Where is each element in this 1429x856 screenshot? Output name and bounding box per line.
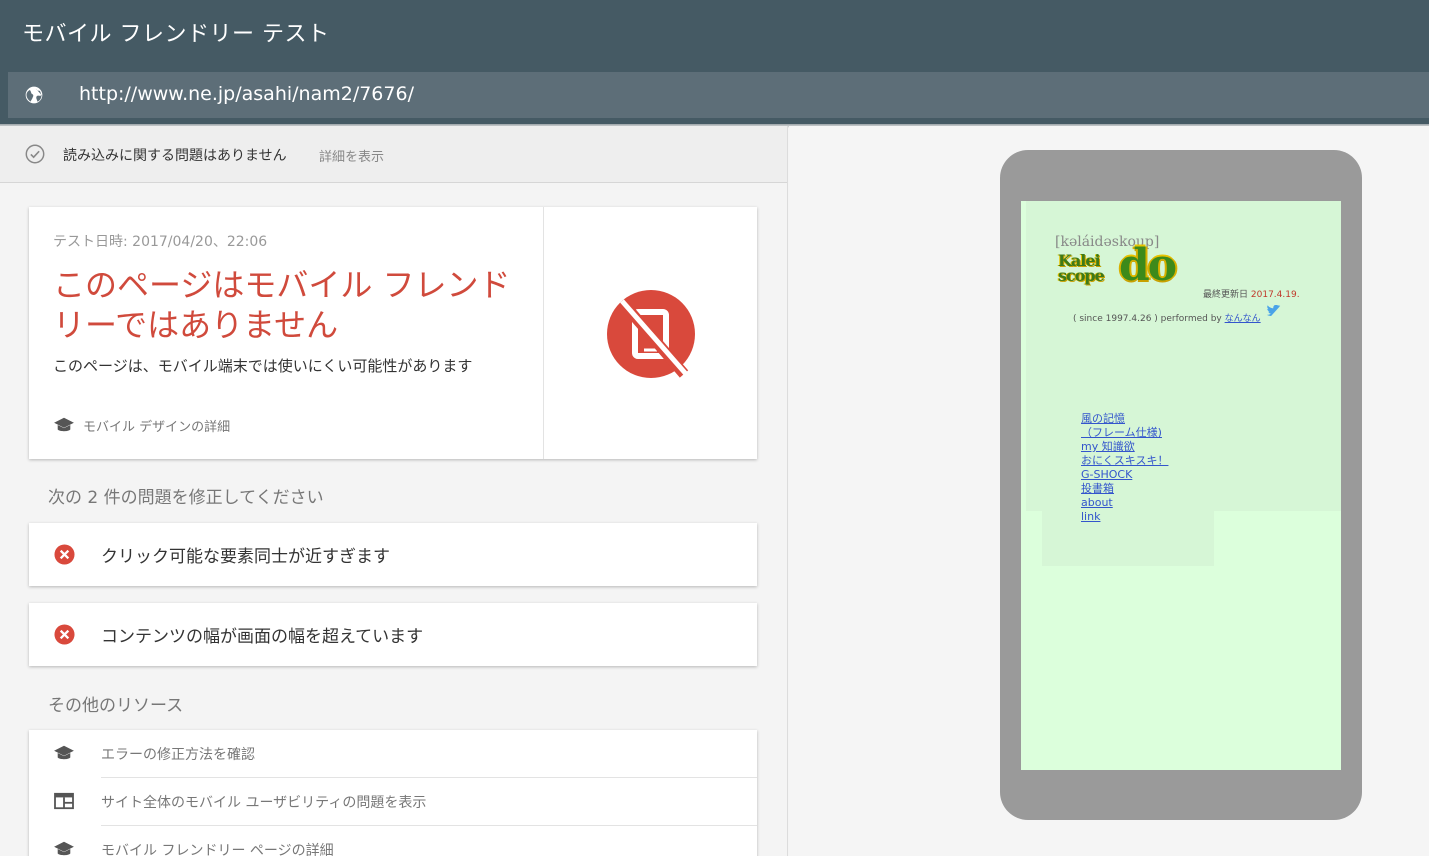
issues-heading: 次の 2 件の問題を修正してください <box>48 488 324 508</box>
error-icon <box>54 544 75 565</box>
phone-frame: [kəláidəskoup] Kalei scope do 最終更新日 2017.… <box>1000 150 1362 820</box>
preview-link[interactable]: 風の記憶 <box>1081 412 1168 426</box>
graduation-cap-icon <box>54 417 74 432</box>
preview-link[interactable]: link <box>1081 510 1168 524</box>
error-icon <box>54 624 75 645</box>
preview-link[interactable]: おにくスキスキ！ <box>1081 454 1168 468</box>
mobile-design-link[interactable]: モバイル デザインの詳細 <box>53 413 230 437</box>
graduation-cap-icon <box>54 745 74 760</box>
not-mobile-friendly-icon <box>607 290 695 378</box>
mobile-design-link-text: モバイル デザインの詳細 <box>83 419 231 435</box>
preview-since-text: ( since 1997.4.26 ) performed by なんなん <box>1073 314 1261 324</box>
preview-link[interactable]: my 知識欲 <box>1081 440 1168 454</box>
issue-text: コンテンツの幅が画面の幅を超えています <box>101 627 424 647</box>
app-header: モバイル フレンドリー テスト <box>0 0 1429 70</box>
show-details-link[interactable]: 詳細を表示 <box>319 146 384 165</box>
preview-link[interactable]: （フレーム仕様) <box>1081 426 1168 440</box>
preview-last-updated: 最終更新日 2017.4.19. <box>1203 290 1300 300</box>
page-preview-screen[interactable]: [kəláidəskoup] Kalei scope do 最終更新日 2017.… <box>1021 201 1341 770</box>
issue-item[interactable]: コンテンツの幅が画面の幅を超えています <box>29 603 757 666</box>
resource-fix-errors[interactable]: エラーの修正方法を確認 <box>29 730 757 777</box>
preview-nav-links: 風の記憶 （フレーム仕様) my 知識欲 おにくスキスキ！ G-SHOCK 投書… <box>1081 412 1168 524</box>
url-input[interactable]: http://www.ne.jp/asahi/nam2/7676/ <box>79 83 414 105</box>
verdict-subtitle: このページは、モバイル端末では使いにくい可能性があります <box>53 357 473 375</box>
resource-text: エラーの修正方法を確認 <box>101 747 255 763</box>
resources-list: エラーの修正方法を確認 サイト全体のモバイル ユーザビリティの問題を表示 モバイ… <box>29 730 757 856</box>
logo-kalei-text: Kalei scope <box>1058 251 1105 285</box>
resource-mobile-friendly-details[interactable]: モバイル フレンドリー ページの詳細 <box>29 826 757 856</box>
resource-text: サイト全体のモバイル ユーザビリティの問題を表示 <box>101 795 427 811</box>
test-date: テスト日時: 2017/04/20、22:06 <box>53 234 268 250</box>
url-bar: http://www.ne.jp/asahi/nam2/7676/ <box>0 70 1429 124</box>
resources-heading: その他のリソース <box>48 696 184 716</box>
preview-link[interactable]: 投書箱 <box>1081 482 1168 496</box>
preview-panel: [kəláidəskoup] Kalei scope do 最終更新日 2017.… <box>789 126 1429 856</box>
resource-site-usability[interactable]: サイト全体のモバイル ユーザビリティの問題を表示 <box>29 778 757 825</box>
logo-do-text: do <box>1119 240 1177 291</box>
check-circle-icon <box>25 144 45 164</box>
preview-site-logo: Kalei scope do <box>1058 242 1198 294</box>
issue-item[interactable]: クリック可能な要素同士が近すぎます <box>29 523 757 586</box>
result-card: テスト日時: 2017/04/20、22:06 このページはモバイル フレンドリ… <box>29 207 757 459</box>
verdict-heading: このページはモバイル フレンドリーではありません <box>53 266 511 344</box>
preview-link[interactable]: G-SHOCK <box>1081 468 1168 482</box>
results-panel: 読み込みに関する問題はありません 詳細を表示 テスト日時: 2017/04/20… <box>0 126 788 856</box>
twitter-bird-icon[interactable] <box>1267 305 1281 317</box>
preview-link[interactable]: about <box>1081 496 1168 510</box>
resource-text: モバイル フレンドリー ページの詳細 <box>101 843 334 856</box>
graduation-cap-icon <box>54 841 74 856</box>
loading-status-text: 読み込みに関する問題はありません <box>63 148 287 164</box>
issue-text: クリック可能な要素同士が近すぎます <box>101 547 390 567</box>
loading-status-bar: 読み込みに関する問題はありません 詳細を表示 <box>0 126 787 183</box>
window-layout-icon <box>54 792 74 810</box>
app-title: モバイル フレンドリー テスト <box>22 22 330 47</box>
globe-icon <box>25 86 43 104</box>
result-summary: テスト日時: 2017/04/20、22:06 このページはモバイル フレンドリ… <box>29 207 544 459</box>
url-input-container[interactable]: http://www.ne.jp/asahi/nam2/7676/ <box>8 72 1429 118</box>
preview-author-link[interactable]: なんなん <box>1225 314 1261 324</box>
